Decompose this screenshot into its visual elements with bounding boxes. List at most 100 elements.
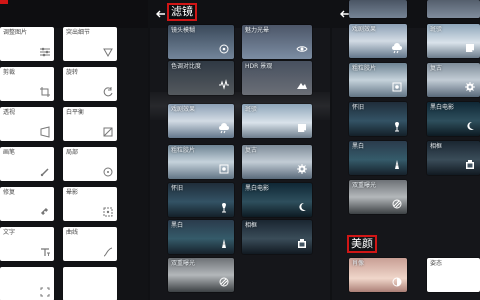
tool-card-curves[interactable]: 曲线	[63, 227, 117, 261]
focus-icon	[219, 44, 229, 54]
sliders-icon	[40, 47, 50, 57]
mountain-icon	[297, 83, 307, 89]
tool-card-perspective[interactable]: 透视	[0, 107, 54, 141]
tool-card-label: 剪裁	[3, 69, 16, 76]
double-exposure-icon	[219, 277, 229, 287]
bandage-icon	[40, 207, 49, 216]
filter-card-label: 复古	[245, 147, 258, 154]
filter-card-drama[interactable]: 戏剧效果	[349, 24, 407, 58]
film-icon	[219, 164, 229, 174]
filter-card-grainy-film[interactable]: 粗粒胶片	[168, 145, 234, 179]
filter-card-vintage[interactable]: 复古	[427, 63, 480, 97]
tool-card-white-balance[interactable]: 白平衡	[63, 107, 117, 141]
filter-card-drama[interactable]: 戏剧效果	[168, 104, 234, 138]
filter-card-noir[interactable]: 黑白电影	[242, 183, 312, 217]
tool-card-healing[interactable]: 修复	[0, 187, 54, 221]
filter-card-label: 粗粒胶片	[171, 147, 196, 154]
film-icon	[392, 82, 402, 92]
filter-card-label: 黑白	[352, 143, 365, 150]
frame-icon	[298, 239, 306, 248]
tool-card-crop[interactable]: 剪裁	[0, 67, 54, 101]
tool-card-vignette[interactable]: 晕影	[63, 187, 117, 221]
filter-card-label: 黑白	[171, 222, 184, 229]
filter-card-glamour-glow[interactable]: 魅力光晕	[242, 25, 312, 59]
filter-card-vintage[interactable]: 复古	[242, 145, 312, 179]
tool-card-selective[interactable]: 局部	[63, 147, 117, 181]
filter-card-grunge[interactable]: 斑驳	[427, 24, 480, 58]
filter-card-top-right[interactable]	[427, 0, 480, 18]
tool-card-label: 文字	[3, 229, 16, 236]
moon-icon	[467, 121, 474, 130]
back-arrow-icon[interactable]	[155, 8, 167, 20]
settings-icon	[465, 82, 475, 92]
filters-panel: 滤镜 镜头模糊 魅力光晕 色调对比度 HDR 景观 戏剧效果 斑驳 粗粒胶片 复…	[150, 0, 330, 300]
cloud-icon	[219, 123, 229, 134]
filter-card-label: 黑白电影	[245, 185, 270, 192]
face-icon	[392, 277, 402, 287]
tool-card-rotate[interactable]: 旋转	[63, 67, 117, 101]
sticker-icon	[466, 44, 474, 52]
filter-card-label: 相框	[430, 143, 443, 150]
lamp-icon	[395, 122, 399, 132]
rotate-icon	[103, 87, 113, 97]
sticker-icon	[298, 124, 306, 132]
tool-card-empty[interactable]	[63, 267, 117, 300]
tool-card-label: 透视	[3, 109, 16, 116]
white-balance-icon	[103, 127, 113, 137]
filter-card-retrolux[interactable]: 怀旧	[349, 102, 407, 136]
filter-card-label: 戏剧效果	[171, 106, 196, 113]
filter-card-black-white[interactable]: 黑白	[168, 220, 234, 254]
brush-icon	[40, 168, 49, 177]
tower-icon	[395, 160, 399, 169]
tool-card-details[interactable]: 突出细节	[63, 27, 117, 61]
filter-card-frames[interactable]: 相框	[427, 141, 480, 175]
settings-icon	[297, 164, 307, 174]
filter-card-lens-blur[interactable]: 镜头模糊	[168, 25, 234, 59]
filter-card-label: 魅力光晕	[245, 27, 270, 34]
filter-card-label: 双重曝光	[352, 182, 377, 189]
beauty-title: 美颜	[347, 235, 377, 253]
tool-card-text[interactable]: 文字	[0, 227, 54, 261]
tab-highlight	[0, 0, 8, 4]
filter-card-grainy-film[interactable]: 粗粒胶片	[349, 63, 407, 97]
filter-card-label: 戏剧效果	[352, 26, 377, 33]
filter-card-label: 双重曝光	[171, 260, 196, 267]
eye-icon	[296, 46, 308, 52]
app-screenshot: 调整图片 突出细节 剪裁 旋转 透视 白平衡 画笔 局部 修复 晕影 文字 曲线…	[0, 0, 480, 300]
filter-card-black-white[interactable]: 黑白	[349, 141, 407, 175]
filter-card-label: 镜头模糊	[171, 27, 196, 34]
tool-card-label: 曲线	[66, 229, 79, 236]
filter-card-grunge[interactable]: 斑驳	[242, 104, 312, 138]
moon-icon	[299, 202, 306, 211]
filter-card-top-left[interactable]	[349, 0, 407, 18]
filter-card-double-exposure[interactable]: 双重曝光	[349, 180, 407, 214]
target-icon	[103, 167, 113, 177]
tool-card-adjust[interactable]: 调整图片	[0, 27, 54, 61]
expand-icon	[40, 287, 50, 297]
filter-card-noir[interactable]: 黑白电影	[427, 102, 480, 136]
frame-icon	[466, 160, 474, 169]
tool-card-label: 突出细节	[66, 29, 91, 36]
perspective-icon	[40, 126, 50, 138]
filter-card-double-exposure[interactable]: 双重曝光	[168, 258, 234, 292]
filter-card-pose[interactable]: 姿态	[427, 258, 480, 292]
filter-card-hdr-scape[interactable]: HDR 景观	[242, 61, 312, 95]
tools-panel: 调整图片 突出细节 剪裁 旋转 透视 白平衡 画笔 局部 修复 晕影 文字 曲线	[0, 0, 148, 300]
filter-card-label: 斑驳	[245, 106, 258, 113]
lamp-icon	[222, 203, 226, 213]
crop-icon	[40, 87, 50, 97]
tool-card-brush[interactable]: 画笔	[0, 147, 54, 181]
filter-card-label: 怀旧	[352, 104, 365, 111]
filter-card-tonal-contrast[interactable]: 色调对比度	[168, 61, 234, 95]
filter-card-retrolux[interactable]: 怀旧	[168, 183, 234, 217]
filter-card-label: 粗粒胶片	[352, 65, 377, 72]
filter-card-frames[interactable]: 相框	[242, 220, 312, 254]
waveform-icon	[219, 79, 229, 90]
filter-card-portrait[interactable]: 肖像	[349, 258, 407, 292]
curve-icon	[103, 247, 113, 257]
filter-card-label: HDR 景观	[245, 63, 273, 70]
text-icon	[41, 248, 50, 256]
tool-card-expand[interactable]	[0, 267, 54, 300]
filter-card-label: 斑驳	[430, 26, 443, 33]
triangle-icon	[103, 48, 113, 58]
